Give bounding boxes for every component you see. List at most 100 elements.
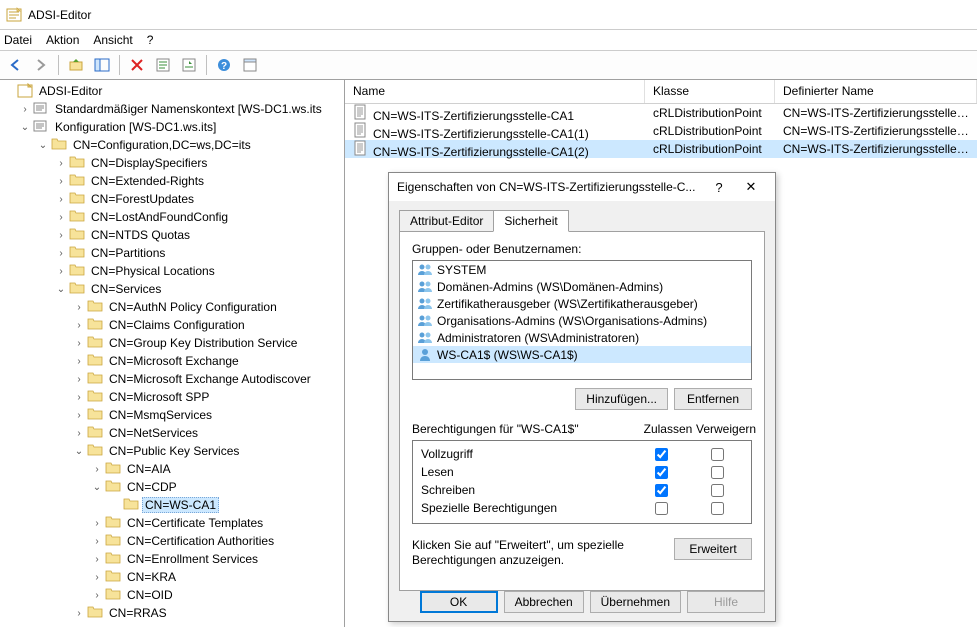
expand-icon[interactable]: ›	[54, 192, 68, 206]
tree-pane[interactable]: ADSI-Editor › Standardmäßiger Namenskont…	[0, 80, 345, 627]
expand-icon[interactable]: ›	[54, 264, 68, 278]
expand-icon[interactable]: ›	[72, 372, 86, 386]
tree-msmq[interactable]: ›CN=MsmqServices	[0, 406, 344, 424]
menu-action[interactable]: Aktion	[46, 33, 79, 47]
expand-icon[interactable]: ›	[90, 462, 104, 476]
expand-icon[interactable]: ›	[90, 516, 104, 530]
tab-attribut-editor[interactable]: Attribut-Editor	[399, 210, 494, 232]
tree-gkds[interactable]: ›CN=Group Key Distribution Service	[0, 334, 344, 352]
expand-icon[interactable]: ›	[72, 354, 86, 368]
show-hide-tree-button[interactable]	[91, 54, 113, 76]
export-button[interactable]	[178, 54, 200, 76]
expand-icon[interactable]: ›	[72, 318, 86, 332]
tab-sicherheit[interactable]: Sicherheit	[493, 210, 568, 232]
dialog-titlebar[interactable]: Eigenschaften von CN=WS-ITS-Zertifizieru…	[389, 173, 775, 201]
remove-button[interactable]: Entfernen	[674, 388, 752, 410]
help-button[interactable]: Hilfe	[687, 591, 765, 613]
tree-aia[interactable]: ›CN=AIA	[0, 460, 344, 478]
refresh-button[interactable]	[152, 54, 174, 76]
col-name[interactable]: Name	[345, 80, 645, 103]
tree-forestupd[interactable]: ›CN=ForestUpdates	[0, 190, 344, 208]
tree-rras[interactable]: ›CN=RRAS	[0, 604, 344, 622]
expand-icon[interactable]: ›	[72, 390, 86, 404]
collapse-icon[interactable]: ⌄	[36, 138, 50, 152]
principal-item[interactable]: SYSTEM	[413, 261, 751, 278]
collapse-icon[interactable]: ⌄	[72, 444, 86, 458]
expand-icon[interactable]: ›	[90, 534, 104, 548]
tree-claims[interactable]: ›CN=Claims Configuration	[0, 316, 344, 334]
tree-partitions[interactable]: ›CN=Partitions	[0, 244, 344, 262]
list-row[interactable]: CN=WS-ITS-Zertifizierungsstelle-CA1(2)cR…	[345, 140, 977, 158]
tree-configuration[interactable]: ⌄ CN=Configuration,DC=ws,DC=its	[0, 136, 344, 154]
principal-item[interactable]: WS-CA1$ (WS\WS-CA1$)	[413, 346, 751, 363]
help-icon[interactable]: ?	[703, 176, 735, 198]
expand-icon[interactable]: ›	[90, 552, 104, 566]
deny-checkbox[interactable]	[711, 502, 724, 515]
expand-icon[interactable]: ›	[72, 426, 86, 440]
tree-oid[interactable]: ›CN=OID	[0, 586, 344, 604]
expand-icon[interactable]: ›	[54, 246, 68, 260]
menu-help[interactable]: ?	[147, 33, 154, 47]
tree-displayspec[interactable]: ›CN=DisplaySpecifiers	[0, 154, 344, 172]
tree-physloc[interactable]: ›CN=Physical Locations	[0, 262, 344, 280]
tree-lostfound[interactable]: ›CN=LostAndFoundConfig	[0, 208, 344, 226]
tree-authn[interactable]: ›CN=AuthN Policy Configuration	[0, 298, 344, 316]
deny-checkbox[interactable]	[711, 484, 724, 497]
tree-msexchauto[interactable]: ›CN=Microsoft Exchange Autodiscover	[0, 370, 344, 388]
expand-icon[interactable]: ›	[54, 228, 68, 242]
tree-msspp[interactable]: ›CN=Microsoft SPP	[0, 388, 344, 406]
tree-wsca1[interactable]: CN=WS-CA1	[0, 496, 344, 514]
add-button[interactable]: Hinzufügen...	[575, 388, 668, 410]
list-row[interactable]: CN=WS-ITS-Zertifizierungsstelle-CA1cRLDi…	[345, 104, 977, 122]
expand-icon[interactable]: ›	[54, 156, 68, 170]
col-dn[interactable]: Definierter Name	[775, 80, 977, 103]
menu-view[interactable]: Ansicht	[93, 33, 132, 47]
tree-ntds[interactable]: ›CN=NTDS Quotas	[0, 226, 344, 244]
help-button[interactable]: ?	[213, 54, 235, 76]
tree-netsvc[interactable]: ›CN=NetServices	[0, 424, 344, 442]
delete-button[interactable]	[126, 54, 148, 76]
allow-checkbox[interactable]	[655, 484, 668, 497]
principal-item[interactable]: Zertifikatherausgeber (WS\Zertifikathera…	[413, 295, 751, 312]
up-button[interactable]	[65, 54, 87, 76]
principal-item[interactable]: Organisations-Admins (WS\Organisations-A…	[413, 312, 751, 329]
tree-cdp[interactable]: ⌄CN=CDP	[0, 478, 344, 496]
forward-button[interactable]	[30, 54, 52, 76]
tree-kra[interactable]: ›CN=KRA	[0, 568, 344, 586]
allow-checkbox[interactable]	[655, 448, 668, 461]
deny-checkbox[interactable]	[711, 448, 724, 461]
tree-pks[interactable]: ⌄CN=Public Key Services	[0, 442, 344, 460]
properties-button[interactable]	[239, 54, 261, 76]
tree-certauth[interactable]: ›CN=Certification Authorities	[0, 532, 344, 550]
tree-services[interactable]: ⌄CN=Services	[0, 280, 344, 298]
collapse-icon[interactable]: ⌄	[54, 282, 68, 296]
advanced-button[interactable]: Erweitert	[674, 538, 752, 560]
principal-item[interactable]: Domänen-Admins (WS\Domänen-Admins)	[413, 278, 751, 295]
expand-icon[interactable]: ›	[90, 588, 104, 602]
expand-icon[interactable]: ›	[18, 102, 32, 116]
expand-icon[interactable]: ›	[72, 336, 86, 350]
expand-icon[interactable]: ›	[90, 570, 104, 584]
close-icon[interactable]: ✕	[735, 176, 767, 198]
list-row[interactable]: CN=WS-ITS-Zertifizierungsstelle-CA1(1)cR…	[345, 122, 977, 140]
apply-button[interactable]: Übernehmen	[590, 591, 681, 613]
expand-icon[interactable]: ›	[72, 408, 86, 422]
tree-root[interactable]: ADSI-Editor	[0, 82, 344, 100]
cancel-button[interactable]: Abbrechen	[504, 591, 584, 613]
expand-icon[interactable]: ›	[54, 174, 68, 188]
tree-config-context[interactable]: ⌄ Konfiguration [WS-DC1.ws.its]	[0, 118, 344, 136]
deny-checkbox[interactable]	[711, 466, 724, 479]
expand-icon[interactable]: ›	[72, 300, 86, 314]
allow-checkbox[interactable]	[655, 466, 668, 479]
tree-msexch[interactable]: ›CN=Microsoft Exchange	[0, 352, 344, 370]
collapse-icon[interactable]: ⌄	[18, 120, 32, 134]
tree-default-context[interactable]: › Standardmäßiger Namenskontext [WS-DC1.…	[0, 100, 344, 118]
ok-button[interactable]: OK	[420, 591, 498, 613]
col-class[interactable]: Klasse	[645, 80, 775, 103]
principals-list[interactable]: SYSTEMDomänen-Admins (WS\Domänen-Admins)…	[412, 260, 752, 380]
tree-certtmpl[interactable]: ›CN=Certificate Templates	[0, 514, 344, 532]
tree-extrights[interactable]: ›CN=Extended-Rights	[0, 172, 344, 190]
tree-enroll[interactable]: ›CN=Enrollment Services	[0, 550, 344, 568]
menu-file[interactable]: Datei	[4, 33, 32, 47]
allow-checkbox[interactable]	[655, 502, 668, 515]
